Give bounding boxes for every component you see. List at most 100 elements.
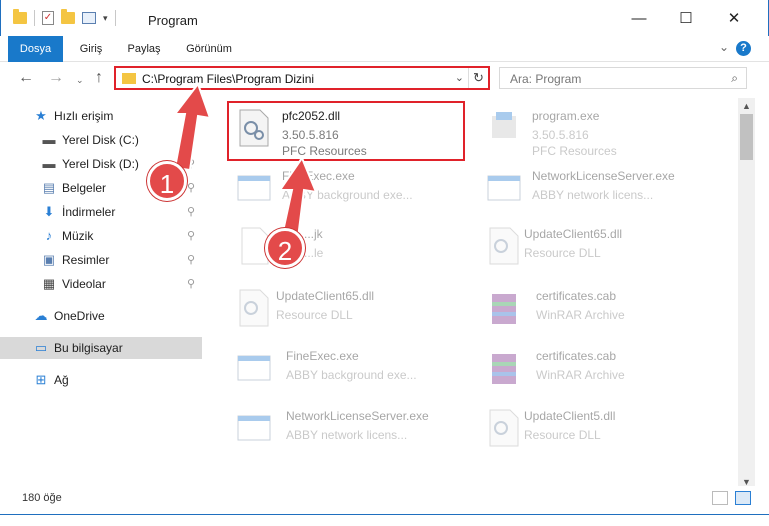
close-button[interactable]: ✕ bbox=[711, 0, 757, 36]
sidebar-item-videos[interactable]: ▦ Videolar ⚲ bbox=[0, 273, 202, 295]
file-item[interactable]: UpdateClient65.dll Resource DLL bbox=[480, 220, 710, 275]
sidebar-item-label: Yerel Disk (D:) bbox=[62, 157, 139, 171]
exe-file-icon bbox=[237, 355, 271, 381]
file-description: PFC Resources bbox=[532, 144, 617, 158]
search-input[interactable]: Ara: Program bbox=[510, 72, 581, 86]
window-title: Program bbox=[148, 13, 198, 28]
recent-dropdown-icon[interactable]: ⌄ bbox=[76, 75, 84, 86]
pin-icon[interactable]: ⚲ bbox=[187, 157, 195, 170]
back-icon[interactable]: ← bbox=[18, 69, 34, 87]
file-description: ABBY background exe... bbox=[286, 368, 417, 382]
highlight-box bbox=[227, 101, 465, 161]
maximize-button[interactable]: ☐ bbox=[663, 0, 709, 36]
sidebar-item-label: Hızlı erişim bbox=[54, 109, 114, 123]
title-bar: ✓ ▾ Program — ☐ ✕ bbox=[0, 0, 769, 36]
divider bbox=[114, 10, 116, 26]
address-bar[interactable]: C:\Program Files\Program Dizini ⌄ ↻ bbox=[114, 66, 490, 90]
file-item[interactable]: NetworkLicenseServer.exe ABBY network li… bbox=[480, 162, 710, 217]
pin-icon[interactable]: ⚲ bbox=[187, 133, 195, 146]
pin-icon[interactable]: ⚲ bbox=[187, 229, 195, 242]
new-folder-icon[interactable] bbox=[61, 9, 75, 24]
file-item[interactable]: program.exe 3.50.5.816 PFC Resources bbox=[480, 102, 710, 158]
file-description: Resource DLL bbox=[276, 308, 353, 322]
music-icon: ♪ bbox=[45, 228, 53, 243]
exe-file-icon bbox=[492, 112, 516, 138]
cloud-icon: ☁ bbox=[34, 308, 48, 323]
tab-view[interactable]: Görünüm bbox=[176, 36, 242, 62]
divider bbox=[34, 10, 35, 26]
file-name: UpdateClient5.dll bbox=[524, 409, 616, 423]
minimize-button[interactable]: — bbox=[616, 0, 662, 36]
sidebar-item-pictures[interactable]: ▣ Resimler ⚲ bbox=[0, 249, 202, 271]
file-name: NetworkLicenseServer.exe bbox=[532, 169, 675, 183]
properties-icon[interactable]: ✓ bbox=[42, 11, 54, 25]
sidebar-item-downloads[interactable]: ⬇ İndirmeler ⚲ bbox=[0, 201, 202, 223]
sidebar-item-this-pc[interactable]: ▭ Bu bilgisayar bbox=[0, 337, 202, 359]
sidebar-item-label: Resimler bbox=[62, 253, 110, 267]
file-item[interactable]: NetworkLicenseServer.exe ABBY network li… bbox=[230, 402, 460, 457]
exe-file-icon bbox=[487, 175, 521, 201]
file-description: ABBY network licens... bbox=[532, 188, 654, 202]
pin-icon[interactable]: ⚲ bbox=[187, 181, 195, 194]
scroll-up-icon[interactable]: ▲ bbox=[738, 98, 755, 114]
large-icons-view-icon[interactable] bbox=[735, 491, 751, 505]
download-icon: ⬇ bbox=[43, 204, 55, 219]
drive-icon: ▬ bbox=[42, 156, 56, 171]
search-icon[interactable]: ⌕ bbox=[731, 71, 738, 86]
documents-icon: ▤ bbox=[42, 180, 56, 195]
scroll-thumb[interactable] bbox=[740, 114, 753, 160]
file-description: WinRAR Archive bbox=[536, 308, 625, 322]
file-version: 3.50.5.816 bbox=[532, 128, 589, 142]
help-icon[interactable]: ? bbox=[736, 41, 751, 56]
search-box[interactable]: Ara: Program ⌕ bbox=[499, 67, 747, 89]
file-name: NetworkLicenseServer.exe bbox=[286, 409, 429, 423]
file-item[interactable]: certificates.cab WinRAR Archive bbox=[480, 342, 710, 397]
file-name: UpdateClient65.dll bbox=[524, 227, 623, 241]
sidebar-item-label: İndirmeler bbox=[62, 205, 116, 219]
sidebar-item-label: Yerel Disk (C:) bbox=[62, 133, 139, 147]
sidebar-item-label: Bu bilgisayar bbox=[54, 341, 123, 355]
videos-icon: ▦ bbox=[42, 276, 56, 291]
star-icon: ★ bbox=[35, 108, 47, 123]
file-item[interactable]: certificates.cab WinRAR Archive bbox=[480, 282, 710, 337]
pin-icon[interactable]: ⚲ bbox=[187, 205, 195, 218]
exe-file-icon bbox=[237, 415, 271, 441]
archive-icon bbox=[492, 294, 516, 324]
tab-home[interactable]: Giriş bbox=[70, 36, 112, 62]
address-text[interactable]: C:\Program Files\Program Dizini bbox=[142, 72, 314, 86]
file-item[interactable]: FineExec.exe ABBY background exe... bbox=[230, 162, 460, 217]
chevron-down-icon[interactable]: ▾ bbox=[103, 13, 108, 24]
details-view-icon[interactable] bbox=[712, 491, 728, 505]
up-icon[interactable]: ↑ bbox=[95, 69, 103, 87]
window-border bbox=[0, 514, 769, 526]
step-2-badge: 2 bbox=[265, 228, 305, 268]
exe-file-icon bbox=[237, 175, 271, 201]
forward-icon[interactable]: → bbox=[48, 69, 64, 87]
file-item[interactable]: UpdateClient65.dll Resource DLL bbox=[230, 282, 460, 337]
sidebar-item-onedrive[interactable]: ☁ OneDrive bbox=[0, 305, 202, 327]
file-description: WinRAR Archive bbox=[536, 368, 625, 382]
file-name: certificates.cab bbox=[536, 289, 617, 303]
pictures-icon: ▣ bbox=[42, 252, 56, 267]
step-1-badge: 1 bbox=[147, 161, 187, 201]
computer-icon: ▭ bbox=[34, 340, 48, 355]
pin-icon[interactable]: ⚲ bbox=[187, 277, 195, 290]
chevron-down-icon[interactable]: ⌄ bbox=[719, 40, 729, 54]
vertical-scrollbar[interactable]: ▲ ▼ bbox=[738, 98, 755, 490]
sidebar-item-quick-access[interactable]: ★ Hızlı erişim bbox=[0, 105, 202, 127]
file-item[interactable]: FineExec.exe ABBY background exe... bbox=[230, 342, 460, 397]
drive-icon: ▬ bbox=[42, 132, 56, 147]
archive-icon bbox=[492, 354, 516, 384]
file-description: ...le bbox=[304, 246, 324, 260]
sidebar-item-network[interactable]: ⊞ Ağ bbox=[0, 369, 202, 391]
tab-share[interactable]: Paylaş bbox=[120, 36, 168, 62]
view-icon[interactable] bbox=[82, 12, 96, 24]
dll-file-icon bbox=[239, 289, 269, 327]
sidebar-item-music[interactable]: ♪ Müzik ⚲ bbox=[0, 225, 202, 247]
file-item[interactable]: UpdateClient5.dll Resource DLL bbox=[480, 402, 710, 457]
refresh-icon[interactable]: ↻ bbox=[468, 68, 488, 88]
sidebar-item-disk-c[interactable]: ▬ Yerel Disk (C:) ⚲ bbox=[0, 129, 202, 151]
file-name: FineExec.exe bbox=[286, 349, 359, 363]
chevron-down-icon[interactable]: ⌄ bbox=[455, 71, 464, 84]
pin-icon[interactable]: ⚲ bbox=[187, 253, 195, 266]
